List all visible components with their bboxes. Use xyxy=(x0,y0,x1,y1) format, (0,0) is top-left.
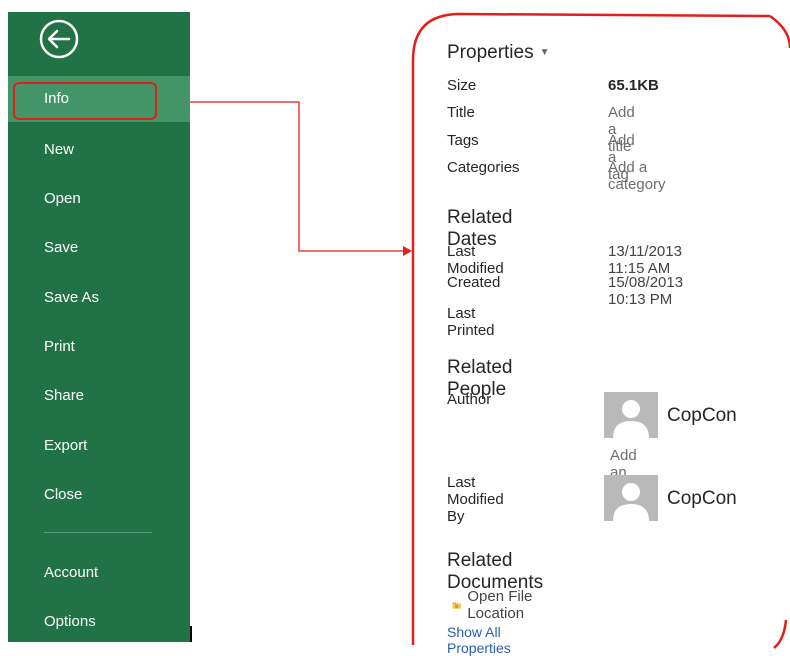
properties-heading[interactable]: Properties ▼ xyxy=(447,42,550,64)
categories-label: Categories xyxy=(447,159,520,176)
nav-save-as[interactable]: Save As xyxy=(8,275,190,321)
author-name[interactable]: CopCon xyxy=(667,405,737,427)
title-label: Title xyxy=(447,104,475,121)
size-label: Size xyxy=(447,77,477,94)
open-file-location-label: Open File Location xyxy=(467,588,533,622)
open-file-location-link[interactable]: Open File Location xyxy=(452,588,533,622)
last-modified-label: Last Modified xyxy=(447,243,504,277)
back-arrow-icon xyxy=(39,19,79,59)
nav-close[interactable]: Close xyxy=(8,472,190,518)
author-label: Author xyxy=(447,391,492,408)
nav-open[interactable]: Open xyxy=(8,176,190,222)
nav-save[interactable]: Save xyxy=(8,225,190,271)
properties-title: Properties xyxy=(447,42,534,63)
nav-options[interactable]: Options xyxy=(8,599,190,645)
avatar[interactable] xyxy=(604,475,658,521)
nav-new[interactable]: New xyxy=(8,127,190,173)
created-value: 15/08/2013 10:13 PM xyxy=(608,274,684,308)
last-modified-value: 13/11/2013 11:15 AM xyxy=(608,243,682,277)
person-icon xyxy=(613,483,649,521)
show-all-properties-link[interactable]: Show All Properties xyxy=(447,624,511,656)
person-icon xyxy=(613,400,649,438)
folder-icon xyxy=(452,602,461,609)
last-printed-label: Last Printed xyxy=(447,305,495,339)
nav-print[interactable]: Print xyxy=(8,324,190,370)
info-highlight-box xyxy=(13,82,157,120)
sidebar-edge-mark xyxy=(190,626,192,642)
avatar[interactable] xyxy=(604,392,658,438)
size-value: 65.1KB xyxy=(608,77,659,94)
last-modified-by-label: Last Modified By xyxy=(447,474,504,525)
chevron-down-icon[interactable]: ▼ xyxy=(540,47,550,58)
last-modified-by-name[interactable]: CopCon xyxy=(667,488,737,510)
nav-share[interactable]: Share xyxy=(8,373,190,419)
tags-label: Tags xyxy=(447,132,479,149)
created-label: Created xyxy=(447,274,501,291)
nav-divider xyxy=(44,532,152,533)
back-button[interactable] xyxy=(38,18,80,60)
nav-export[interactable]: Export xyxy=(8,423,190,469)
categories-field[interactable]: Add a category xyxy=(608,159,666,193)
nav-account[interactable]: Account xyxy=(8,550,190,596)
